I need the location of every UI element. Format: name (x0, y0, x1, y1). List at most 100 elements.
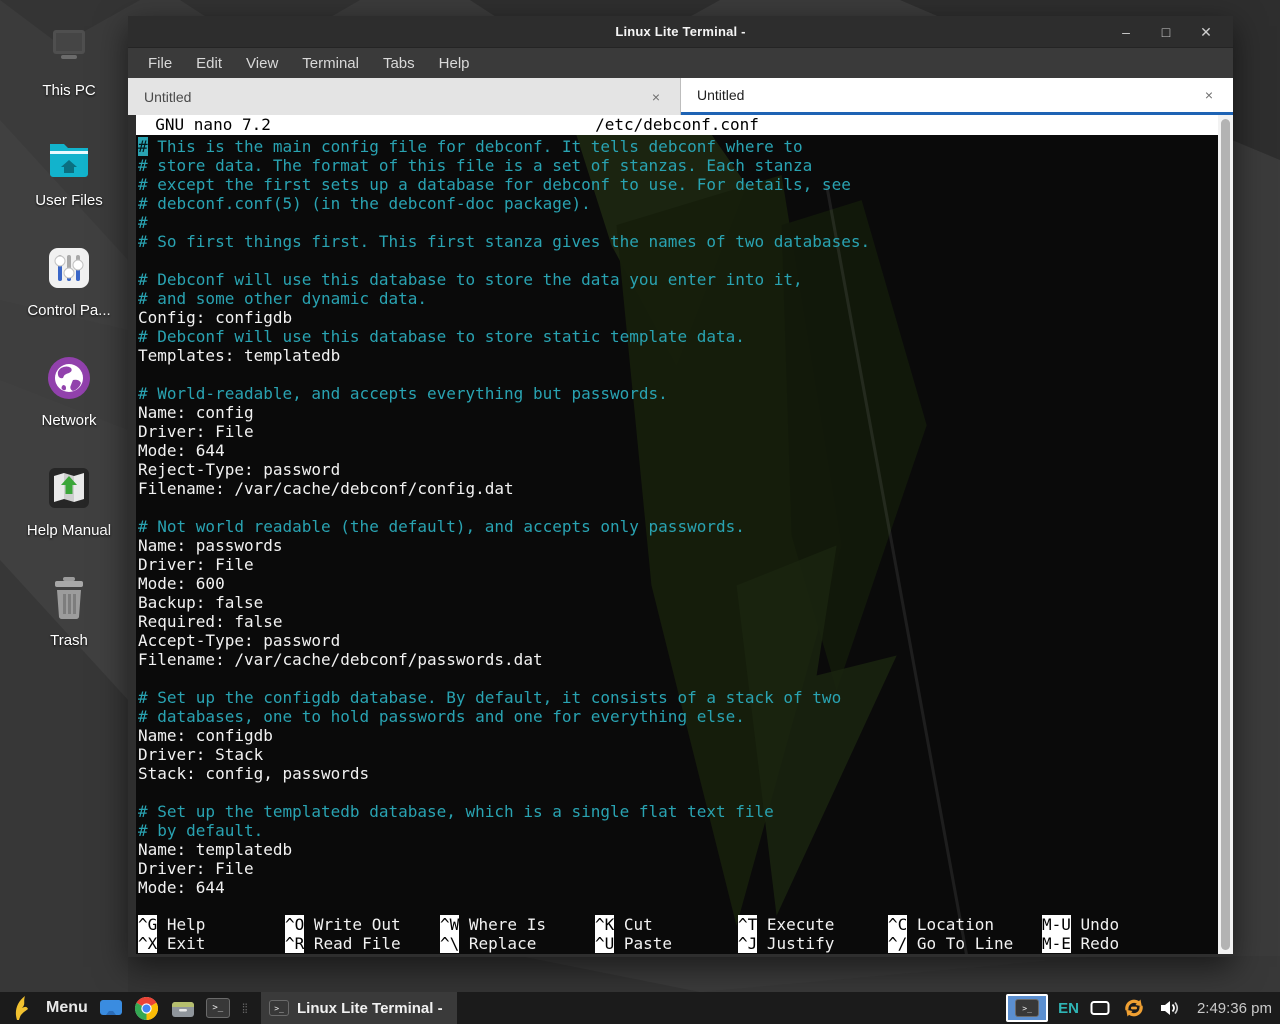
editor-line[interactable]: # This is the main config file for debco… (136, 137, 1218, 156)
minimize-button[interactable]: – (1113, 20, 1139, 44)
update-manager-icon[interactable] (1121, 995, 1147, 1021)
shortcut-paste[interactable]: ^U Paste (595, 934, 738, 953)
editor-line[interactable]: # debconf.conf(5) (in the debconf-doc pa… (136, 194, 1218, 213)
editor-line[interactable]: # except the first sets up a database fo… (136, 175, 1218, 194)
editor-line[interactable]: Required: false (136, 612, 1218, 631)
taskbar-window-button[interactable]: >_ Linux Lite Terminal - (261, 992, 457, 1024)
taskbar-left: Menu (8, 992, 457, 1024)
editor-line[interactable]: Accept-Type: password (136, 631, 1218, 650)
menu-help[interactable]: Help (429, 52, 480, 75)
editor-line[interactable]: Name: templatedb (136, 840, 1218, 859)
menu-button[interactable]: Menu (46, 999, 88, 1017)
maximize-button[interactable]: □ (1153, 20, 1179, 44)
shortcut-execute[interactable]: ^T Execute (738, 915, 888, 934)
tab-close-icon[interactable]: × (1201, 87, 1217, 103)
panel-handle[interactable]: ⁞⁞ (242, 1001, 247, 1016)
chrome-browser-icon[interactable] (134, 995, 160, 1021)
desktop-icon-network[interactable]: Network (6, 352, 132, 462)
desktop-icon-this-pc[interactable]: This PC (6, 22, 132, 132)
window-title: Linux Lite Terminal - (128, 24, 1233, 39)
editor-line[interactable] (136, 251, 1218, 270)
tab-close-icon[interactable]: × (648, 89, 664, 105)
shortcut-redo[interactable]: M-E Redo (1042, 934, 1218, 953)
terminal-launcher-icon[interactable]: >_ (206, 998, 230, 1018)
editor-line[interactable]: Driver: File (136, 555, 1218, 574)
editor-line[interactable]: Name: config (136, 403, 1218, 422)
file-manager-icon[interactable] (170, 995, 196, 1021)
menu-terminal[interactable]: Terminal (292, 52, 369, 75)
help-manual-map-icon (43, 462, 95, 514)
desktop-icon-user-files[interactable]: User Files (6, 132, 132, 242)
editor-line[interactable]: # databases, one to hold passwords and o… (136, 707, 1218, 726)
shortcut-label: Execute (757, 915, 834, 934)
editor-line[interactable] (136, 498, 1218, 517)
editor-line[interactable]: # Set up the templatedb database, which … (136, 802, 1218, 821)
editor-line[interactable]: Driver: File (136, 422, 1218, 441)
shortcut-where-is[interactable]: ^W Where Is (440, 915, 595, 934)
shortcut-location[interactable]: ^C Location (888, 915, 1042, 934)
editor-line[interactable]: # Not world readable (the default), and … (136, 517, 1218, 536)
taskbar-clock[interactable]: 2:49:36 pm (1197, 1000, 1272, 1017)
editor-line[interactable]: # store data. The format of this file is… (136, 156, 1218, 175)
tray-active-window-button[interactable]: >_ (1006, 994, 1048, 1022)
editor-line[interactable]: Name: configdb (136, 726, 1218, 745)
menu-tabs[interactable]: Tabs (373, 52, 425, 75)
shortcut-key: ^C (888, 915, 907, 934)
editor-line[interactable]: # Set up the configdb database. By defau… (136, 688, 1218, 707)
tab-untitled-2[interactable]: Untitled × (681, 78, 1233, 115)
terminal-scrollbar[interactable] (1218, 115, 1233, 954)
editor-line[interactable]: Filename: /var/cache/debconf/passwords.d… (136, 650, 1218, 669)
editor-line[interactable]: Driver: File (136, 859, 1218, 878)
editor-line[interactable]: Config: configdb (136, 308, 1218, 327)
desktop-icon-help-manual[interactable]: Help Manual (6, 462, 132, 572)
keyboard-layout-indicator[interactable]: EN (1058, 1000, 1079, 1017)
scrollbar-thumb[interactable] (1221, 119, 1230, 950)
desktop-icon-trash[interactable]: Trash (6, 572, 132, 682)
terminal-task-icon: >_ (269, 1000, 289, 1016)
desktop-icon-control-panel[interactable]: Control Pa... (6, 242, 132, 352)
shortcut-undo[interactable]: M-U Undo (1042, 915, 1218, 934)
shortcut-justify[interactable]: ^J Justify (738, 934, 888, 953)
editor-line[interactable]: # Debconf will use this database to stor… (136, 327, 1218, 346)
editor-line[interactable]: Name: passwords (136, 536, 1218, 555)
nano-buffer[interactable]: # This is the main config file for debco… (136, 135, 1218, 915)
editor-line[interactable]: Mode: 600 (136, 574, 1218, 593)
editor-line[interactable]: Backup: false (136, 593, 1218, 612)
editor-line[interactable]: # (136, 213, 1218, 232)
shortcut-label: Exit (157, 934, 205, 953)
volume-icon[interactable] (1157, 995, 1183, 1021)
tab-untitled-1[interactable]: Untitled × (128, 78, 681, 115)
menu-file[interactable]: File (138, 52, 182, 75)
menu-view[interactable]: View (236, 52, 288, 75)
shortcut-label: Where Is (459, 915, 546, 934)
close-button[interactable]: ✕ (1193, 20, 1219, 44)
editor-line[interactable]: Reject-Type: password (136, 460, 1218, 479)
show-desktop-icon[interactable] (98, 995, 124, 1021)
editor-line[interactable] (136, 365, 1218, 384)
editor-line[interactable]: # and some other dynamic data. (136, 289, 1218, 308)
editor-line[interactable]: Mode: 644 (136, 441, 1218, 460)
editor-line[interactable]: Filename: /var/cache/debconf/config.dat (136, 479, 1218, 498)
editor-line[interactable] (136, 783, 1218, 802)
shortcut-read-file[interactable]: ^R Read File (285, 934, 440, 953)
editor-line[interactable]: Mode: 644 (136, 878, 1218, 897)
shortcut-help[interactable]: ^G Help (138, 915, 285, 934)
window-titlebar[interactable]: Linux Lite Terminal - – □ ✕ (128, 16, 1233, 48)
shortcut-replace[interactable]: ^\ Replace (440, 934, 595, 953)
editor-line[interactable]: Driver: Stack (136, 745, 1218, 764)
editor-line[interactable]: # World-readable, and accepts everything… (136, 384, 1218, 403)
menu-edit[interactable]: Edit (186, 52, 232, 75)
editor-line[interactable]: Stack: config, passwords (136, 764, 1218, 783)
editor-line[interactable]: # So first things first. This first stan… (136, 232, 1218, 251)
display-tray-icon[interactable] (1089, 995, 1111, 1021)
editor-line[interactable] (136, 669, 1218, 688)
shortcut-cut[interactable]: ^K Cut (595, 915, 738, 934)
linux-lite-menu-icon[interactable] (8, 995, 34, 1021)
editor-line[interactable]: # Debconf will use this database to stor… (136, 270, 1218, 289)
editor-line[interactable]: Templates: templatedb (136, 346, 1218, 365)
editor-line[interactable]: # by default. (136, 821, 1218, 840)
terminal-screen[interactable]: GNU nano 7.2 /etc/debconf.conf # This is… (136, 115, 1218, 954)
shortcut-go-to-line[interactable]: ^/ Go To Line (888, 934, 1042, 953)
shortcut-write-out[interactable]: ^O Write Out (285, 915, 440, 934)
shortcut-exit[interactable]: ^X Exit (138, 934, 285, 953)
